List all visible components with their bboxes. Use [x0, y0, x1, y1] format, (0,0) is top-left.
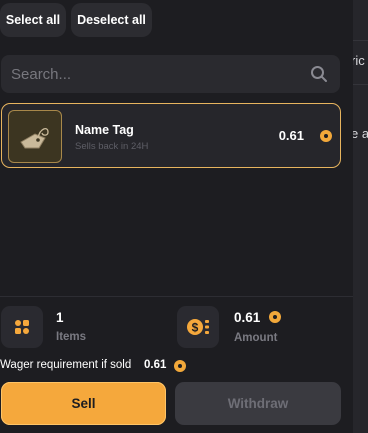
search-input[interactable]: [11, 65, 308, 83]
amount-icon: $: [177, 306, 219, 348]
select-all-button[interactable]: Select all: [0, 3, 66, 37]
amount-label: Amount: [234, 332, 278, 344]
divider: [0, 296, 353, 297]
search-icon[interactable]: [308, 63, 330, 85]
deselect-all-button[interactable]: Deselect all: [71, 3, 152, 37]
inventory-panel: Select all Deselect all Name Tag Sells b…: [0, 0, 353, 433]
svg-text:$: $: [192, 321, 199, 335]
sell-button[interactable]: Sell: [1, 382, 166, 425]
withdraw-button[interactable]: Withdraw: [175, 382, 341, 425]
item-subtitle: Sells back in 24H: [75, 141, 149, 152]
coin-icon: [320, 130, 332, 142]
search-bar: [1, 55, 340, 93]
amount-value: 0.61: [234, 310, 261, 325]
coin-icon: [174, 360, 186, 372]
divider: [353, 40, 368, 41]
wager-requirement-value: 0.61: [144, 359, 167, 371]
items-count-value: 1: [56, 310, 64, 325]
background-text: e a: [353, 126, 368, 141]
item-thumbnail: [8, 110, 62, 163]
items-count-label: Items: [56, 331, 87, 343]
divider: [353, 84, 368, 85]
wager-requirement-label: Wager requirement if sold: [0, 359, 132, 371]
name-tag-icon: [20, 127, 49, 148]
background-page-strip: ric e a: [353, 0, 368, 433]
item-price: 0.61: [278, 128, 304, 143]
item-name: Name Tag: [75, 123, 134, 137]
items-count-icon: [1, 306, 43, 348]
coin-icon: [269, 311, 281, 323]
inventory-item-card[interactable]: Name Tag Sells back in 24H 0.61: [1, 103, 341, 168]
background-text: ric: [353, 53, 365, 68]
